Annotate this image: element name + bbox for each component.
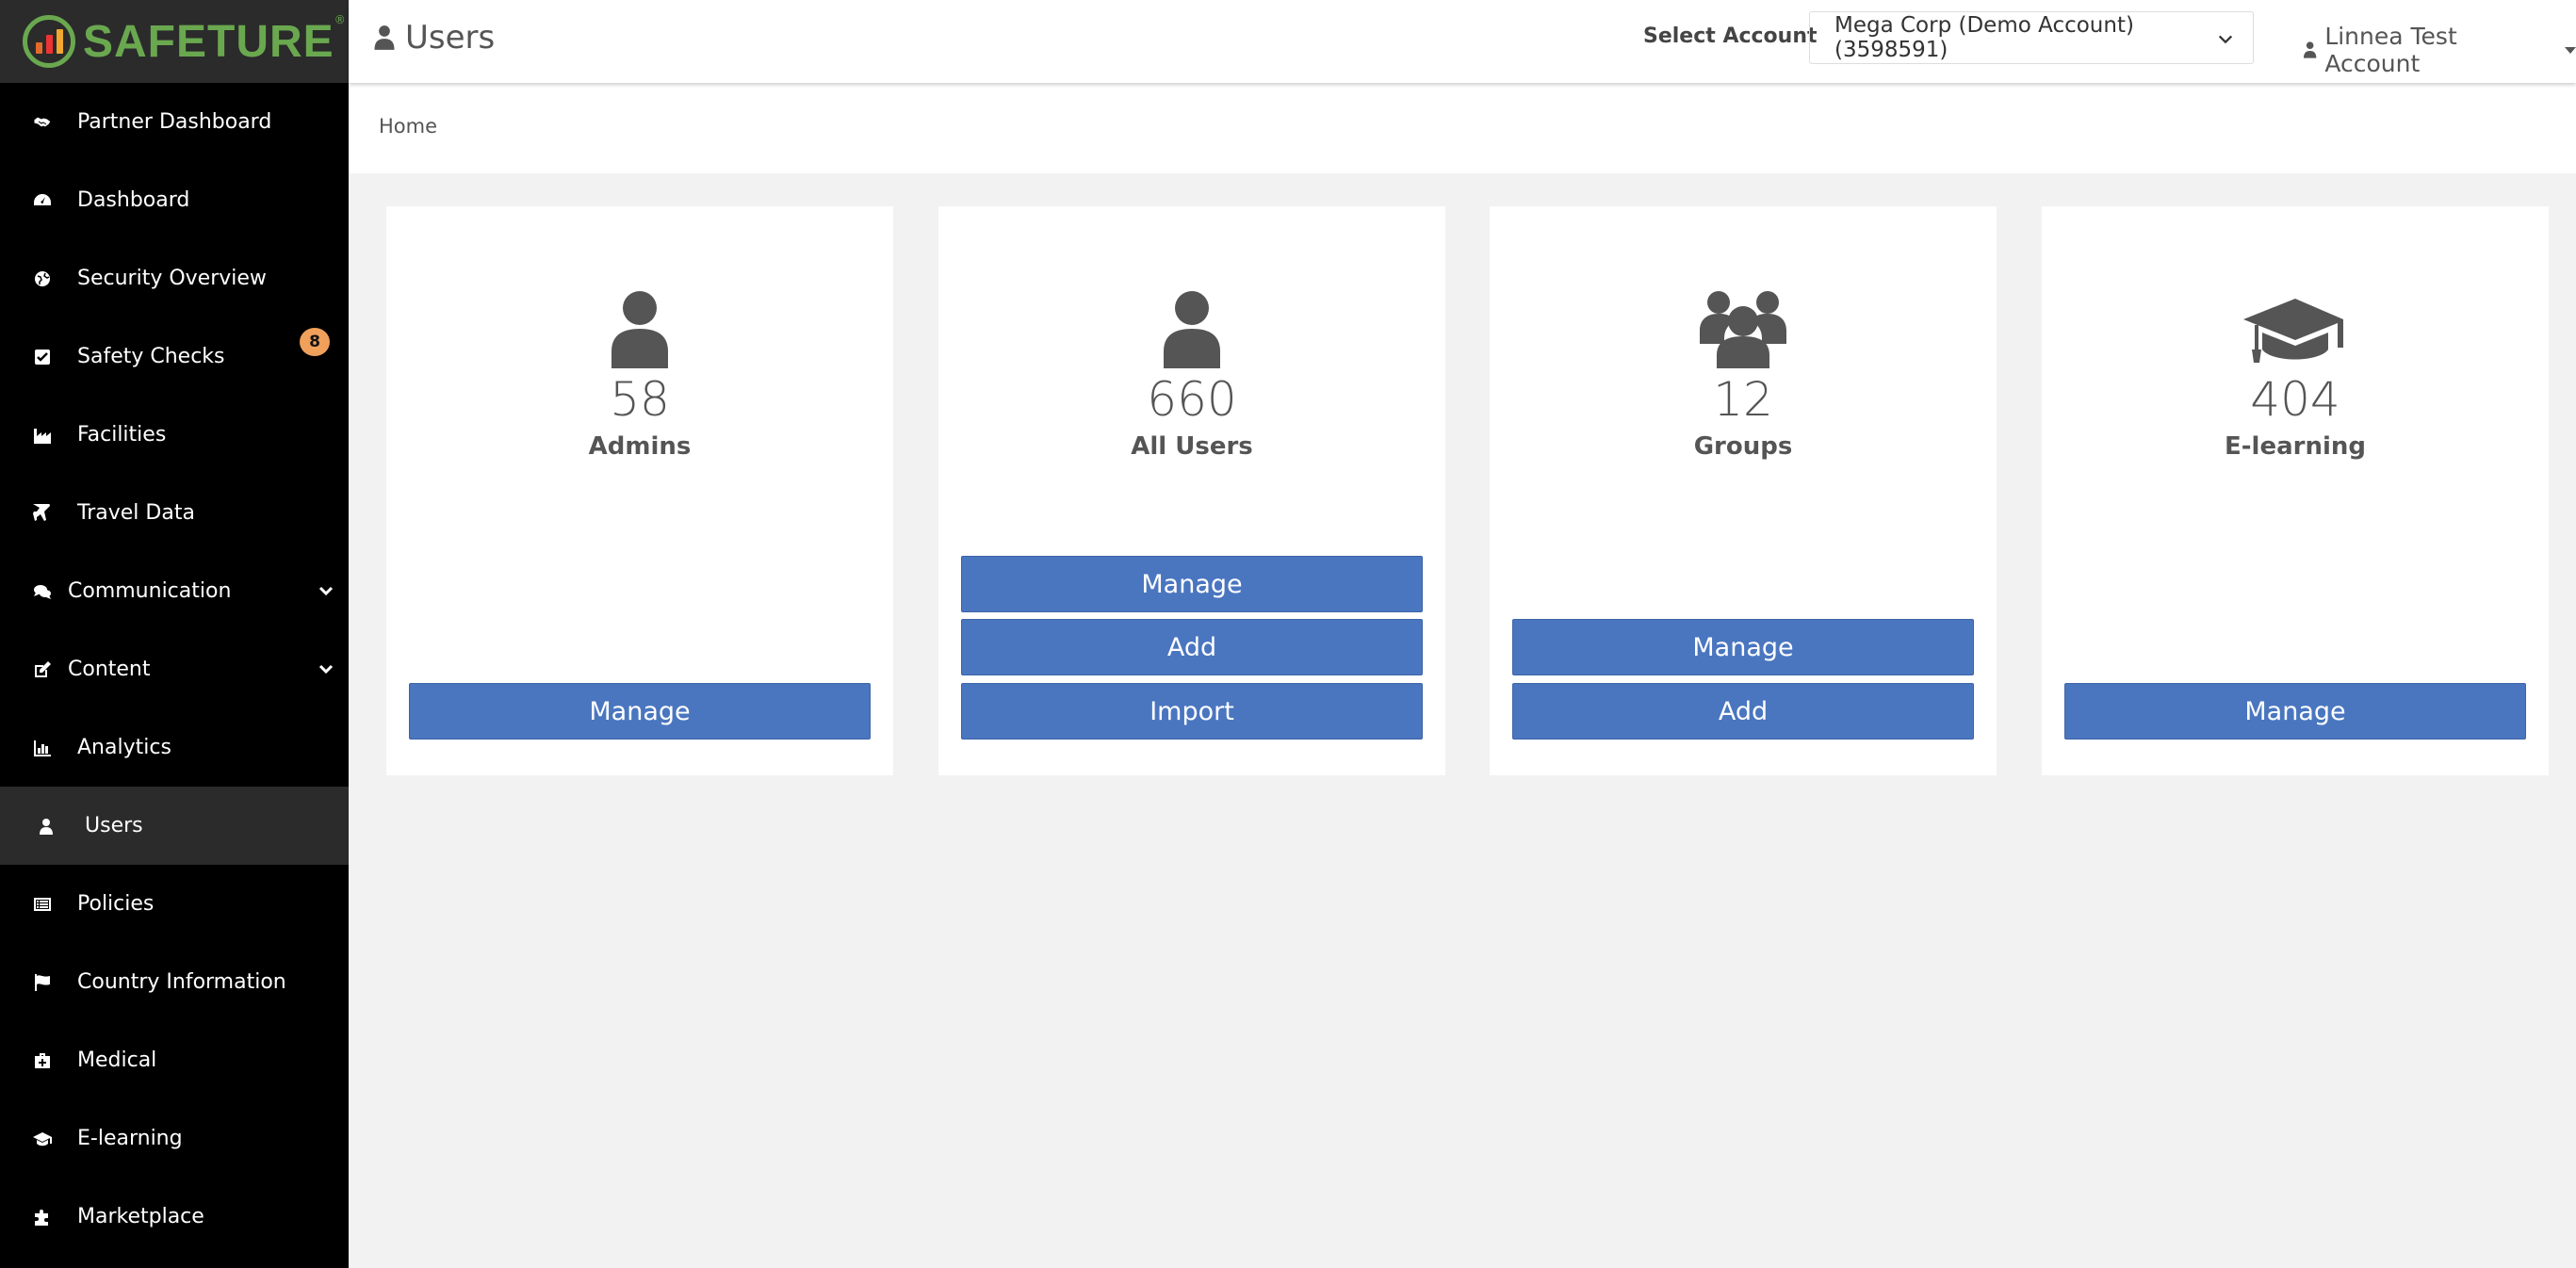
sidebar-item-label: Safety Checks xyxy=(77,345,225,368)
user-icon xyxy=(386,289,893,368)
sidebar-item-label: Marketplace xyxy=(77,1205,204,1228)
breadcrumb-bar: Home xyxy=(349,83,2576,173)
groups-label: Groups xyxy=(1693,432,1793,461)
all-users-card: 660 All Users Manage Add Import xyxy=(938,206,1445,775)
e-learning-label: E-learning xyxy=(2224,432,2366,461)
user-icon xyxy=(938,289,1445,368)
select-account-label: Select Account xyxy=(1643,24,1818,48)
sidebar-item-medical[interactable]: Medical xyxy=(0,1021,349,1099)
sidebar-item-label: Content xyxy=(68,658,151,681)
chevron-down-icon[interactable] xyxy=(317,659,335,678)
sidebar-item-label: Facilities xyxy=(77,423,167,447)
medkit-icon xyxy=(32,1050,53,1071)
sidebar-item-policies[interactable]: Policies xyxy=(0,865,349,943)
chevron-down-icon[interactable] xyxy=(317,581,335,600)
sidebar-item-marketplace[interactable]: Marketplace xyxy=(0,1178,349,1256)
account-select[interactable]: Mega Corp (Demo Account) (3598591) xyxy=(1809,11,2254,64)
user-icon xyxy=(374,25,395,50)
sidebar-item-partner-dashboard[interactable]: Partner Dashboard xyxy=(0,83,349,161)
sidebar-item-analytics[interactable]: Analytics xyxy=(0,708,349,787)
sidebar-item-dashboard[interactable]: Dashboard xyxy=(0,161,349,239)
all-users-count: 660 xyxy=(1147,372,1237,427)
e-learning-card: 404 E-learning Manage xyxy=(2042,206,2549,775)
brand-name: SAFETURE xyxy=(83,16,334,67)
top-header: Users Select Account Mega Corp (Demo Acc… xyxy=(349,0,2576,83)
logo[interactable]: SAFETURE ® xyxy=(0,0,349,83)
e-learning-manage-button[interactable]: Manage xyxy=(2064,683,2526,740)
all-users-manage-button[interactable]: Manage xyxy=(961,556,1423,612)
handshake-icon xyxy=(32,112,53,133)
user-menu[interactable]: Linnea Test Account xyxy=(2303,23,2576,77)
user-name: Linnea Test Account xyxy=(2324,23,2457,77)
sidebar-item-content[interactable]: Content xyxy=(0,630,349,708)
safety-checks-badge: 8 xyxy=(300,328,330,356)
globe-icon xyxy=(32,268,53,289)
graduation-cap-icon xyxy=(2042,289,2549,368)
sidebar-item-security-overview[interactable]: Security Overview xyxy=(0,239,349,317)
page-title: Users xyxy=(373,19,495,57)
flag-icon xyxy=(32,972,53,993)
sidebar-item-e-learning[interactable]: E-learning xyxy=(0,1099,349,1178)
logo-mark-icon xyxy=(23,15,75,68)
brand-reg: ® xyxy=(334,13,346,26)
sidebar-item-label: Policies xyxy=(77,892,155,916)
bar-chart-icon xyxy=(32,738,53,758)
admins-card: 58 Admins Manage xyxy=(386,206,893,775)
sidebar-item-label: Country Information xyxy=(77,970,286,994)
sidebar-item-label: Travel Data xyxy=(77,501,195,525)
sidebar-item-label: Partner Dashboard xyxy=(77,110,272,134)
admins-label: Admins xyxy=(588,432,692,461)
comments-icon xyxy=(32,581,53,602)
sidebar-item-label: Medical xyxy=(77,1049,157,1072)
groups-add-button[interactable]: Add xyxy=(1512,683,1974,740)
all-users-label: All Users xyxy=(1131,432,1253,461)
puzzle-icon xyxy=(32,1207,53,1227)
user-icon xyxy=(2303,41,2317,58)
e-learning-count: 404 xyxy=(2250,372,2340,427)
groups-count: 12 xyxy=(1713,372,1773,427)
breadcrumb[interactable]: Home xyxy=(379,115,437,138)
sidebar-nav: Partner Dashboard Dashboard Security Ove… xyxy=(0,83,349,1256)
sidebar-item-facilities[interactable]: Facilities xyxy=(0,396,349,474)
dashboard-icon xyxy=(32,190,53,211)
sidebar-item-label: Security Overview xyxy=(77,267,267,290)
page-title-text: Users xyxy=(405,19,496,57)
sidebar-item-label: Communication xyxy=(68,579,232,603)
sidebar-item-label: Analytics xyxy=(77,736,171,759)
list-alt-icon xyxy=(32,894,53,915)
user-icon xyxy=(36,816,57,837)
check-square-icon xyxy=(32,347,53,367)
sidebar-item-country-information[interactable]: Country Information xyxy=(0,943,349,1021)
chevron-down-icon xyxy=(2217,29,2234,46)
sidebar-item-safety-checks[interactable]: Safety Checks xyxy=(0,317,349,396)
sidebar-item-label: E-learning xyxy=(77,1127,183,1150)
industry-icon xyxy=(32,425,53,446)
admins-manage-button[interactable]: Manage xyxy=(409,683,871,740)
sidebar-item-label: Dashboard xyxy=(77,188,190,212)
account-select-value: Mega Corp (Demo Account) (3598591) xyxy=(1834,13,2134,62)
graduation-cap-icon xyxy=(32,1129,53,1149)
groups-manage-button[interactable]: Manage xyxy=(1512,619,1974,675)
sidebar: SAFETURE ® Partner Dashboard Dashboard S… xyxy=(0,0,349,1268)
admins-count: 58 xyxy=(610,372,670,427)
all-users-import-button[interactable]: Import xyxy=(961,683,1423,740)
sidebar-item-communication[interactable]: Communication xyxy=(0,552,349,630)
edit-icon xyxy=(32,659,53,680)
groups-card: 12 Groups Manage Add xyxy=(1490,206,1997,775)
caret-down-icon xyxy=(2565,46,2576,54)
users-icon xyxy=(1490,289,1997,368)
all-users-add-button[interactable]: Add xyxy=(961,619,1423,675)
sidebar-item-label: Users xyxy=(85,814,143,837)
sidebar-item-users[interactable]: Users xyxy=(0,787,349,865)
sidebar-item-travel-data[interactable]: Travel Data xyxy=(0,474,349,552)
plane-icon xyxy=(32,503,53,524)
